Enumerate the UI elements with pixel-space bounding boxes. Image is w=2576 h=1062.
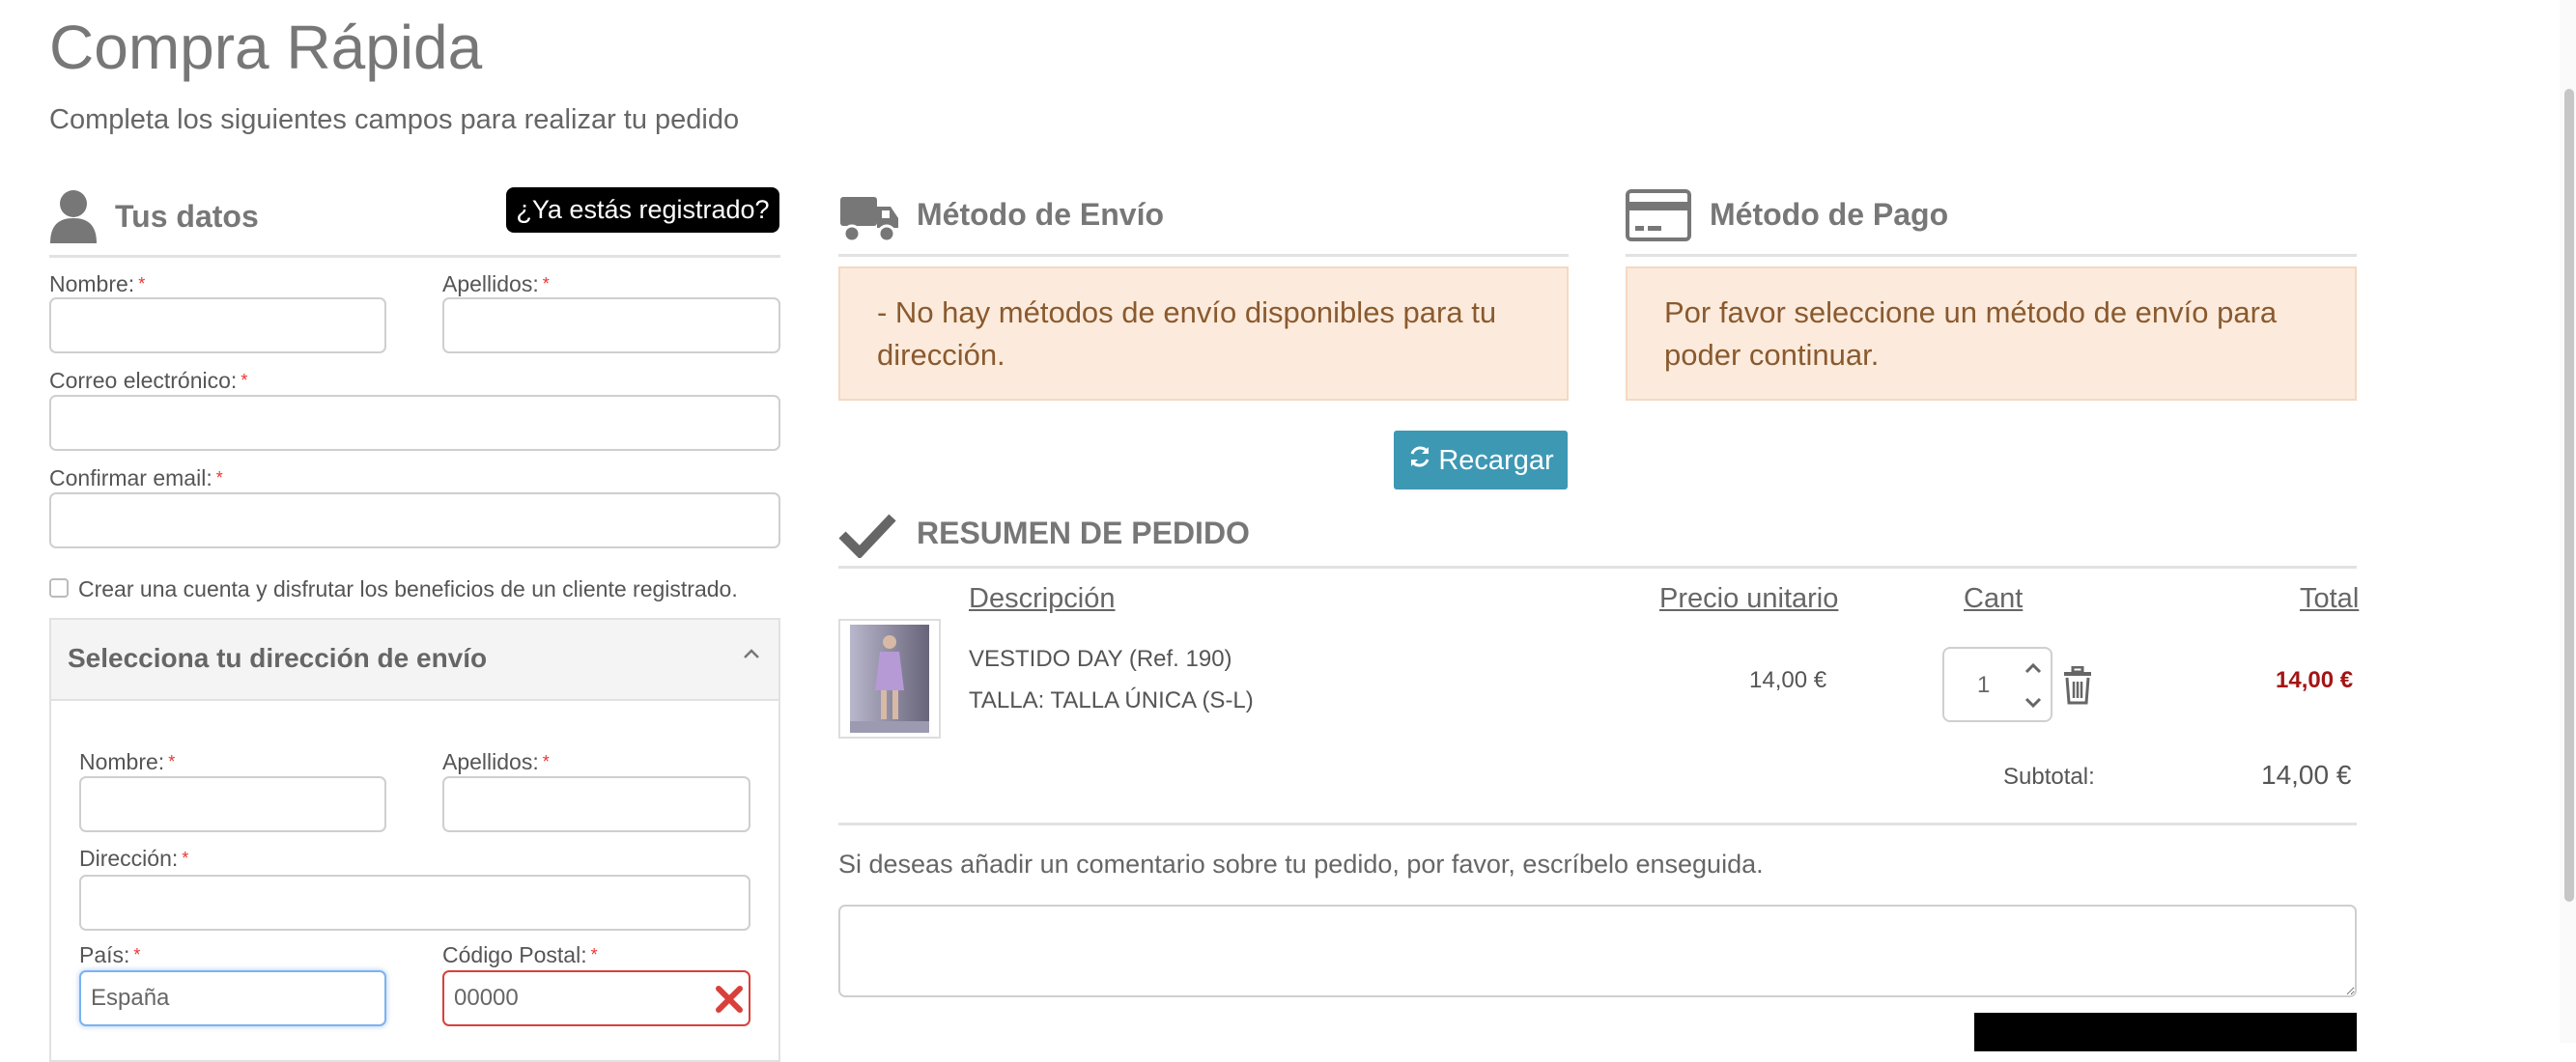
codigo-postal-label: Código Postal: * <box>442 941 598 968</box>
quantity-value[interactable]: 1 <box>1977 672 1990 699</box>
email-field[interactable] <box>49 395 780 451</box>
shipping-alert: - No hay métodos de envío disponibles pa… <box>838 266 1569 401</box>
reload-button[interactable]: Recargar <box>1394 431 1568 489</box>
required-mark: * <box>182 849 189 868</box>
confirm-order-button[interactable] <box>1974 1013 2357 1051</box>
codigo-postal-label-text: Código Postal: <box>442 942 587 967</box>
shipping-alert-text: - No hay métodos de envío disponibles pa… <box>877 295 1497 372</box>
required-mark: * <box>542 274 550 293</box>
product-unit-price: 14,00 € <box>1749 667 1827 693</box>
column-header-total[interactable]: Total <box>2300 581 2359 616</box>
reload-button-label: Recargar <box>1438 444 1554 476</box>
address-nombre-label-text: Nombre: <box>79 749 165 774</box>
required-mark: * <box>168 752 176 771</box>
confirm-email-label: Confirmar email: * <box>49 464 223 491</box>
product-variant: TALLA: TALLA ÚNICA (S-L) <box>969 687 1254 713</box>
customer-divider <box>49 255 780 258</box>
nombre-label: Nombre: * <box>49 270 145 297</box>
required-mark: * <box>542 752 550 771</box>
column-header-unit-price[interactable]: Precio unitario <box>1659 581 1838 616</box>
subtotal-divider <box>838 823 2357 825</box>
direccion-field[interactable] <box>79 875 750 931</box>
chevron-up-icon[interactable] <box>741 643 762 664</box>
payment-alert: Por favor seleccione un método de envío … <box>1626 266 2357 401</box>
column-header-quantity[interactable]: Cant <box>1964 581 2023 616</box>
confirm-email-label-text: Confirmar email: <box>49 465 212 490</box>
shipping-address-heading: Selecciona tu dirección de envío <box>68 643 488 673</box>
address-apellidos-field[interactable] <box>442 776 750 832</box>
shipping-method-heading: Método de Envío <box>917 197 1164 232</box>
truck-icon <box>838 191 900 243</box>
scrollbar-thumb[interactable] <box>2564 89 2574 902</box>
user-icon <box>48 189 99 243</box>
email-label-text: Correo electrónico: <box>49 368 238 393</box>
pais-label-text: País: <box>79 942 130 967</box>
product-thumbnail[interactable] <box>838 619 941 739</box>
quantity-increase-icon[interactable] <box>2020 655 2047 682</box>
nombre-field[interactable] <box>49 297 386 353</box>
shipping-address-panel-header[interactable]: Selecciona tu dirección de envío <box>51 620 778 701</box>
page-subtitle: Completa los siguientes campos para real… <box>49 104 740 135</box>
address-nombre-label: Nombre: * <box>79 748 175 775</box>
apellidos-label: Apellidos: * <box>442 270 550 297</box>
comment-prompt: Si deseas añadir un comentario sobre tu … <box>838 850 1764 879</box>
required-mark: * <box>138 274 146 293</box>
codigo-postal-field[interactable] <box>442 970 750 1026</box>
payment-alert-text: Por favor seleccione un método de envío … <box>1664 295 2278 372</box>
shipping-divider <box>838 254 1569 257</box>
order-summary-heading: RESUMEN DE PEDIDO <box>917 516 1250 550</box>
pais-label: País: * <box>79 941 140 968</box>
page-title: Compra Rápida <box>49 13 483 82</box>
comment-textarea[interactable] <box>838 905 2357 997</box>
quantity-stepper[interactable]: 1 <box>1942 647 2052 722</box>
credit-card-icon <box>1626 189 1691 243</box>
summary-divider <box>838 566 2357 569</box>
subtotal-label: Subtotal: <box>2003 764 2095 790</box>
confirm-email-field[interactable] <box>49 492 780 548</box>
customer-heading: Tus datos <box>115 199 259 234</box>
already-registered-button[interactable]: ¿Ya estás registrado? <box>506 187 779 233</box>
checkmark-icon <box>838 512 896 560</box>
pais-field[interactable] <box>79 970 386 1026</box>
address-apellidos-label: Apellidos: * <box>442 748 550 775</box>
payment-method-heading: Método de Pago <box>1710 197 1949 232</box>
direccion-label-text: Dirección: <box>79 846 179 871</box>
apellidos-field[interactable] <box>442 297 780 353</box>
quantity-decrease-icon[interactable] <box>2020 689 2047 716</box>
apellidos-label-text: Apellidos: <box>442 271 539 296</box>
required-mark: * <box>215 468 223 488</box>
payment-divider <box>1626 254 2357 257</box>
required-mark: * <box>590 945 598 964</box>
required-mark: * <box>241 371 248 390</box>
product-name: VESTIDO DAY (Ref. 190) <box>969 646 1232 672</box>
subtotal-value: 14,00 € <box>2261 760 2352 790</box>
required-mark: * <box>133 945 141 964</box>
error-x-icon <box>715 985 744 1014</box>
nombre-label-text: Nombre: <box>49 271 135 296</box>
email-label: Correo electrónico: * <box>49 367 247 394</box>
direccion-label: Dirección: * <box>79 845 188 872</box>
product-total: 14,00 € <box>2276 667 2354 693</box>
column-header-description[interactable]: Descripción <box>969 581 1116 616</box>
create-account-checkbox[interactable] <box>49 578 69 598</box>
refresh-icon <box>1407 432 1432 490</box>
create-account-label: Crear una cuenta y disfrutar los benefic… <box>78 576 738 601</box>
trash-icon[interactable] <box>2062 665 2093 705</box>
address-apellidos-label-text: Apellidos: <box>442 749 539 774</box>
address-nombre-field[interactable] <box>79 776 386 832</box>
